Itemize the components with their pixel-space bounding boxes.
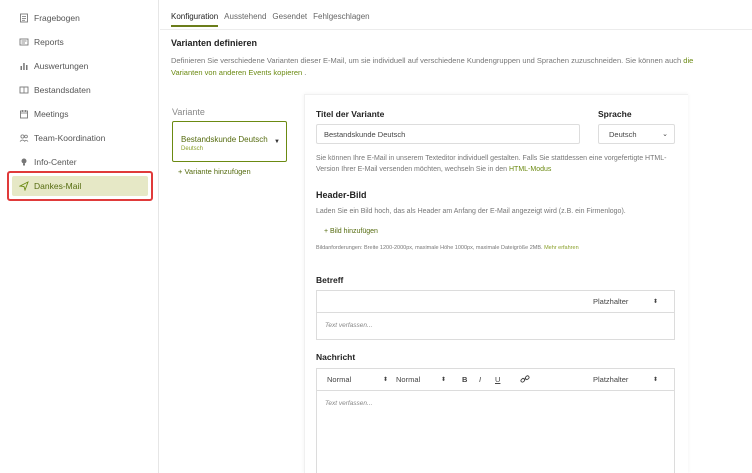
sidebar-item-label: Team-Koordination (34, 133, 106, 143)
language-value: Deutsch (609, 129, 637, 139)
tab-ausstehend[interactable]: Ausstehend (224, 12, 266, 27)
reports-icon (18, 37, 29, 48)
placeholder-select-label: Platzhalter (593, 375, 629, 384)
sidebar-item-label: Fragebogen (34, 13, 80, 23)
sidebar: Fragebogen Reports Auswertungen Bestands… (0, 0, 159, 473)
italic-button[interactable]: I (479, 375, 481, 384)
variant-title-label: Titel der Variante (316, 109, 385, 119)
book-icon (18, 85, 29, 96)
message-label: Nachricht (316, 352, 356, 362)
description-text: Definieren Sie verschiedene Varianten di… (171, 56, 684, 65)
format-select-2[interactable]: Normal (396, 375, 420, 384)
tab-konfiguration[interactable]: Konfiguration (171, 12, 219, 27)
format-select-1[interactable]: Normal (327, 375, 351, 384)
sidebar-item-info-center[interactable]: Info-Center (18, 154, 77, 170)
sidebar-item-bestandsdaten[interactable]: Bestandsdaten (18, 82, 91, 98)
format-select-2-label: Normal (396, 375, 421, 384)
sidebar-item-meetings[interactable]: Meetings (18, 106, 69, 122)
sidebar-item-auswertungen[interactable]: Auswertungen (18, 58, 88, 74)
tab-gesendet[interactable]: Gesendet (272, 12, 307, 27)
subject-toolbar: Platzhalter ⬍ (317, 291, 674, 313)
language-select[interactable]: Deutsch ⌄ (598, 124, 675, 144)
sidebar-item-label: Dankes-Mail (34, 181, 82, 191)
sidebar-item-fragebogen[interactable]: Fragebogen (18, 10, 80, 26)
subject-editor[interactable]: Platzhalter ⬍ Text verfassen... (316, 290, 675, 340)
send-icon (18, 181, 29, 192)
variant-title-input[interactable]: Bestandskunde Deutsch (316, 124, 580, 144)
image-requirements-text: Bildanforderungen: Breite 1200-2000px, m… (316, 245, 543, 251)
caret-down-icon[interactable]: ▼ (274, 139, 280, 145)
team-icon (18, 133, 29, 144)
bold-button[interactable]: B (462, 375, 467, 384)
tab-fehlgeschlagen[interactable]: Fehlgeschlagen (313, 12, 369, 27)
tab-divider (160, 29, 752, 30)
bar-chart-icon (18, 61, 29, 72)
html-mode-link[interactable]: HTML-Modus (509, 166, 551, 173)
sidebar-item-label: Meetings (34, 109, 69, 119)
placeholder-select[interactable]: Platzhalter (593, 297, 628, 306)
subject-placeholder[interactable]: Text verfassen... (325, 322, 372, 329)
placeholder-select-label: Platzhalter (593, 297, 629, 306)
tab-bar: Konfiguration Ausstehend Gesendet Fehlge… (171, 12, 376, 27)
sort-arrows-icon: ⬍ (383, 377, 389, 383)
image-requirements: Bildanforderungen: Breite 1200-2000px, m… (316, 245, 686, 251)
sort-arrows-icon: ⬍ (653, 299, 659, 305)
sidebar-item-team-koordination[interactable]: Team-Koordination (18, 130, 105, 146)
header-image-info: Laden Sie ein Bild hoch, das als Header … (316, 208, 626, 215)
variant-label: Variante (172, 107, 205, 117)
add-image-button[interactable]: + Bild hinzufügen (324, 228, 378, 235)
sidebar-item-label: Info-Center (34, 157, 77, 167)
message-toolbar: Normal ⬍ Normal ⬍ B I U Platzhalter ⬍ (317, 369, 674, 391)
header-image-label: Header-Bild (316, 190, 367, 200)
sort-arrows-icon: ⬍ (653, 377, 659, 383)
add-variant-button[interactable]: + Variante hinzufügen (178, 167, 251, 176)
learn-more-link[interactable]: Mehr erfahren (544, 245, 579, 251)
message-editor[interactable]: Normal ⬍ Normal ⬍ B I U Platzhalter ⬍ Te… (316, 368, 675, 473)
editor-info-text: Sie können Ihre E-Mail in unserem Texted… (316, 153, 681, 175)
sidebar-item-reports[interactable]: Reports (18, 34, 64, 50)
variant-name: Bestandskunde Deutsch (181, 135, 268, 144)
section-title: Varianten definieren (171, 38, 258, 48)
link-icon[interactable] (520, 374, 530, 386)
section-description: Definieren Sie verschiedene Varianten di… (171, 55, 711, 79)
message-placeholder[interactable]: Text verfassen... (325, 400, 372, 407)
calendar-icon (18, 109, 29, 120)
sidebar-item-dankes-mail[interactable]: Dankes-Mail (18, 178, 81, 194)
sort-arrows-icon: ⬍ (441, 377, 447, 383)
bulb-icon (18, 157, 29, 168)
subject-label: Betreff (316, 275, 344, 285)
sidebar-item-label: Bestandsdaten (34, 85, 91, 95)
underline-button[interactable]: U (495, 375, 500, 384)
variant-card[interactable]: Bestandskunde Deutsch Deutsch ▼ (172, 121, 287, 162)
language-label: Sprache (598, 109, 632, 119)
variant-language: Deutsch (181, 146, 204, 152)
form-icon (18, 13, 29, 24)
description-suffix: . (302, 68, 307, 77)
editor-info-prefix: Sie können Ihre E-Mail in unserem Texted… (316, 155, 667, 173)
format-select-1-label: Normal (327, 375, 352, 384)
chevron-down-icon: ⌄ (662, 131, 668, 138)
sidebar-item-label: Auswertungen (34, 61, 89, 71)
sidebar-item-label: Reports (34, 37, 64, 47)
placeholder-select[interactable]: Platzhalter (593, 375, 628, 384)
